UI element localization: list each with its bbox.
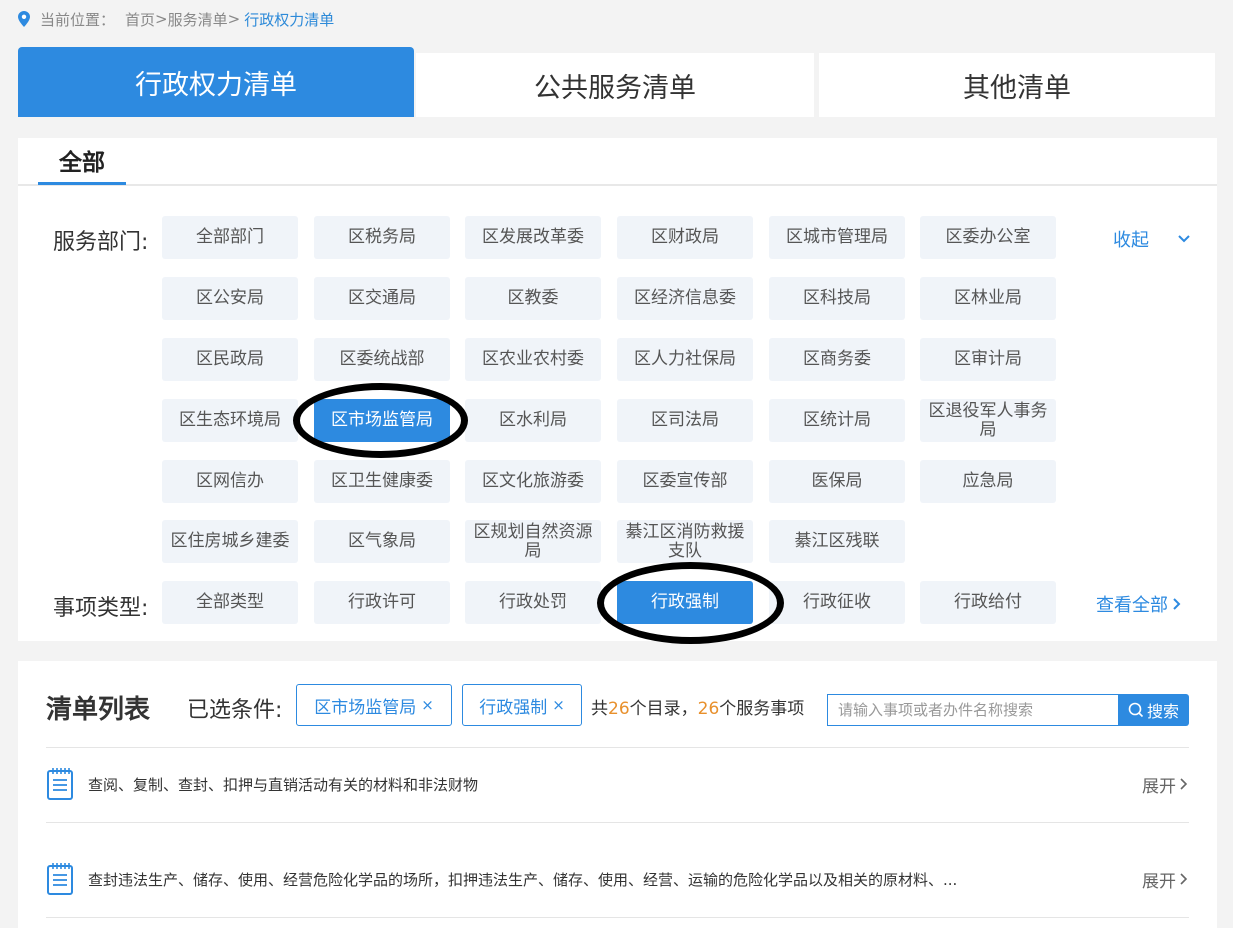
document-icon: [47, 863, 73, 895]
dept-chip[interactable]: 区科技局: [769, 277, 905, 320]
results-panel: 清单列表 已选条件: 区市场监管局 × 行政强制 × 共26个目录，26个服务事项 …: [18, 661, 1217, 928]
dept-label: 服务部门:: [53, 230, 149, 255]
divider: [46, 917, 1189, 918]
dept-chip[interactable]: 区统计局: [769, 399, 905, 442]
dept-chip[interactable]: 医保局: [769, 460, 905, 503]
dept-chip[interactable]: 区税务局: [314, 216, 450, 259]
type-label: 事项类型:: [53, 596, 149, 621]
dept-chip[interactable]: 区发展改革委: [465, 216, 601, 259]
list-title: 清单列表: [46, 695, 151, 725]
collapse-label: 收起: [1113, 230, 1149, 251]
tab-other-list[interactable]: 其他清单: [819, 53, 1215, 117]
tab-admin-power-list[interactable]: 行政权力清单: [18, 47, 414, 117]
condition-tag-dept[interactable]: 区市场监管局 ×: [296, 684, 452, 726]
dept-chip[interactable]: 区规划自然资源局: [465, 520, 601, 563]
list-item[interactable]: 查封违法生产、储存、使用、经营危险化学品的场所，扣押违法生产、储存、使用、经营、…: [46, 859, 1189, 899]
chevron-right-icon: [1180, 873, 1188, 885]
dept-chip[interactable]: 区气象局: [314, 520, 450, 563]
breadcrumb: 当前位置： 首页 > 服务清单 > 行政权力清单: [18, 8, 334, 30]
list-item[interactable]: 查阅、复制、查封、扣押与直销活动有关的材料和非法财物 展开: [46, 764, 1189, 804]
breadcrumb-separator: >: [155, 10, 168, 28]
dept-chip[interactable]: 区财政局: [617, 216, 753, 259]
close-icon[interactable]: ×: [552, 696, 565, 714]
type-chip[interactable]: 行政征收: [769, 581, 905, 624]
chevron-right-icon: [1180, 778, 1188, 790]
dept-chip[interactable]: 区城市管理局: [769, 216, 905, 259]
dept-chip[interactable]: 区住房城乡建委: [162, 520, 298, 563]
item-title[interactable]: 查封违法生产、储存、使用、经营危险化学品的场所，扣押违法生产、储存、使用、经营、…: [88, 869, 957, 890]
selected-conditions-label: 已选条件:: [187, 698, 283, 723]
dept-chip[interactable]: 区民政局: [162, 338, 298, 381]
location-pin-icon: [18, 11, 30, 27]
dept-chip[interactable]: 区卫生健康委: [314, 460, 450, 503]
breadcrumb-home[interactable]: 首页: [125, 9, 155, 30]
breadcrumb-services[interactable]: 服务清单: [168, 9, 228, 30]
condition-tag-type[interactable]: 行政强制 ×: [462, 684, 582, 726]
filter-header: 全部: [18, 138, 1217, 186]
document-icon: [47, 768, 73, 800]
chevron-right-icon: [1173, 598, 1181, 610]
result-count: 共26个目录，26个服务事项: [591, 699, 805, 719]
dept-chip[interactable]: 区文化旅游委: [465, 460, 601, 503]
catalog-count: 26: [608, 699, 630, 719]
tab-all[interactable]: 全部: [38, 138, 126, 185]
divider: [46, 747, 1189, 748]
view-all-label: 查看全部: [1096, 595, 1168, 616]
search-input[interactable]: [827, 694, 1119, 726]
dept-chip[interactable]: 区退役军人事务局: [920, 399, 1056, 442]
dept-chip[interactable]: 区委宣传部: [617, 460, 753, 503]
dept-chip[interactable]: 綦江区残联: [769, 520, 905, 563]
filter-panel: 全部 服务部门: 全部部门 区税务局 区发展改革委 区财政局 区城市管理局 区委…: [18, 138, 1217, 644]
condition-tag-label: 行政强制: [479, 697, 548, 718]
tab-public-service-list[interactable]: 公共服务清单: [416, 53, 814, 117]
breadcrumb-separator: >: [227, 10, 241, 28]
dept-chip[interactable]: 区委统战部: [314, 338, 450, 381]
dept-chip[interactable]: 区网信办: [162, 460, 298, 503]
dept-chip[interactable]: 区水利局: [465, 399, 601, 442]
service-count: 26: [697, 699, 720, 719]
search-icon: [1128, 702, 1144, 718]
search-button-label: 搜索: [1146, 702, 1179, 721]
breadcrumb-current: 行政权力清单: [244, 10, 335, 29]
expand-button[interactable]: 展开: [1142, 867, 1189, 892]
chevron-down-icon: [1178, 235, 1190, 243]
dept-chip[interactable]: 区人力社保局: [617, 338, 753, 381]
dept-chip[interactable]: 区教委: [465, 277, 601, 320]
collapse-toggle[interactable]: 收起: [1113, 226, 1191, 252]
list-type-tabs: 行政权力清单 公共服务清单 其他清单: [18, 47, 1215, 117]
dept-chip[interactable]: 区司法局: [617, 399, 753, 442]
dept-chip[interactable]: 区生态环境局: [162, 399, 298, 442]
type-chip-selected[interactable]: 行政强制: [617, 581, 753, 624]
dept-chip[interactable]: 区林业局: [920, 277, 1056, 320]
dept-chip-selected[interactable]: 区市场监管局: [314, 399, 450, 442]
dept-chip[interactable]: 应急局: [920, 460, 1056, 503]
dept-chip[interactable]: 区交通局: [314, 277, 450, 320]
dept-chip[interactable]: 全部部门: [162, 216, 298, 259]
expand-button[interactable]: 展开: [1142, 772, 1189, 797]
divider: [46, 822, 1189, 823]
close-icon[interactable]: ×: [421, 696, 434, 714]
dept-chip[interactable]: 区审计局: [920, 338, 1056, 381]
item-title[interactable]: 查阅、复制、查封、扣押与直销活动有关的材料和非法财物: [88, 774, 478, 795]
type-chip[interactable]: 行政许可: [314, 581, 450, 624]
dept-chip[interactable]: 区农业农村委: [465, 338, 601, 381]
dept-chip[interactable]: 区商务委: [769, 338, 905, 381]
dept-chip[interactable]: 区经济信息委: [617, 277, 753, 320]
search-button[interactable]: 搜索: [1118, 694, 1189, 726]
type-chip[interactable]: 行政给付: [920, 581, 1056, 624]
dept-chip[interactable]: 綦江区消防救援支队: [617, 520, 753, 563]
dept-chip[interactable]: 区委办公室: [920, 216, 1056, 259]
type-chip[interactable]: 全部类型: [162, 581, 298, 624]
dept-chip[interactable]: 区公安局: [162, 277, 298, 320]
type-chip[interactable]: 行政处罚: [465, 581, 601, 624]
breadcrumb-label: 当前位置：: [40, 10, 116, 29]
view-all-link[interactable]: 查看全部: [1096, 591, 1182, 617]
condition-tag-label: 区市场监管局: [314, 697, 417, 718]
